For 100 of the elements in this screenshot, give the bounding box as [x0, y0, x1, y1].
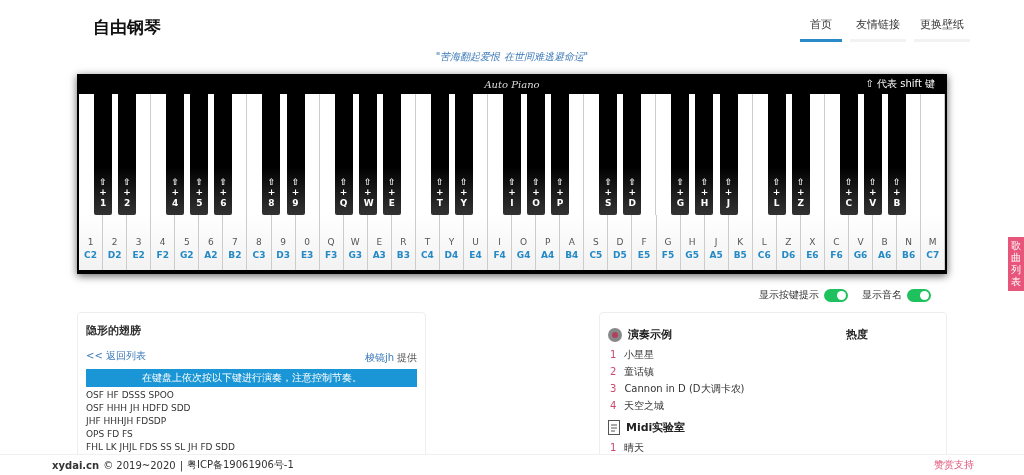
toggle-label: 显示按键提示 [759, 288, 819, 302]
key-letter: G [664, 237, 672, 247]
provided-text: 提供 [397, 352, 417, 363]
natural-key[interactable]: C F6 [824, 215, 849, 270]
sharp-key[interactable]: ⇧ + 4 [166, 94, 185, 215]
author-link[interactable]: 梭镜jh [364, 352, 394, 363]
item-number: 3 [610, 383, 617, 394]
natural-key[interactable]: M C7 [921, 215, 946, 270]
item-number: 4 [610, 400, 617, 411]
key-letter: O [520, 237, 528, 247]
score-line: JHF HHHJH FDSDP [86, 416, 168, 426]
sharp-key[interactable]: ⇧ + G [671, 94, 690, 215]
key-letter: 6 [207, 237, 214, 247]
song-link[interactable]: Cannon in D (D大调卡农) [624, 381, 745, 396]
natural-key[interactable]: 8 C3 [247, 215, 272, 270]
natural-key[interactable]: E A3 [367, 215, 392, 270]
sharp-key[interactable]: ⇧ + D [623, 94, 642, 215]
natural-key[interactable]: T C4 [415, 215, 440, 270]
key-letter: U [472, 237, 479, 247]
key-letter: I [498, 237, 501, 247]
key-letter: C [833, 237, 840, 247]
natural-key[interactable]: P A4 [536, 215, 561, 270]
toggle-switch[interactable] [824, 288, 848, 302]
sharp-key[interactable]: ⇧ + 8 [262, 94, 281, 215]
nav-tab[interactable]: 首页 [800, 12, 842, 42]
note-name: C5 [589, 250, 603, 260]
natural-key[interactable]: H G5 [680, 215, 705, 270]
natural-key[interactable]: 9 D3 [271, 215, 296, 270]
natural-key[interactable]: J A5 [704, 215, 729, 270]
natural-key[interactable]: W G3 [343, 215, 368, 270]
natural-key[interactable]: G F5 [656, 215, 681, 270]
sharp-key[interactable]: ⇧ + 5 [190, 94, 209, 215]
natural-key[interactable]: A B4 [560, 215, 585, 270]
song-link[interactable]: 小星星 [624, 347, 655, 362]
sharp-key[interactable]: ⇧ + O [527, 94, 546, 215]
natural-key[interactable]: 7 B2 [223, 215, 248, 270]
key-letter: B [881, 237, 888, 247]
natural-key[interactable]: 3 E2 [127, 215, 152, 270]
note-name: A4 [541, 250, 555, 260]
note-name: G2 [179, 250, 194, 260]
back-link[interactable]: << 返回列表 [86, 348, 146, 363]
site-link[interactable]: xydai.cn [52, 459, 100, 471]
natural-key[interactable]: X E6 [800, 215, 825, 270]
key-letter: 5 [183, 237, 190, 247]
key-letter: 1 [87, 237, 94, 247]
natural-key[interactable]: V G6 [849, 215, 874, 270]
note-name: C6 [757, 250, 771, 260]
sharp-key[interactable]: ⇧ + 2 [118, 94, 137, 215]
natural-key[interactable]: N B6 [897, 215, 922, 270]
key-letter: N [905, 237, 912, 247]
key-letter: 3 [135, 237, 142, 247]
sharp-key[interactable]: ⇧ + H [695, 94, 714, 215]
natural-key[interactable]: S C5 [584, 215, 609, 270]
natural-key[interactable]: 0 E3 [295, 215, 320, 270]
score-line: OPS FD FS [86, 429, 134, 439]
icp-link[interactable]: 粤ICP备19061906号-1 [187, 458, 294, 472]
copyright: © 2019~2020 [103, 459, 176, 471]
note-name: G6 [853, 250, 868, 260]
note-name: A2 [204, 250, 218, 260]
note-name: F5 [661, 250, 675, 260]
sharp-key[interactable]: ⇧ + 1 [94, 94, 113, 215]
natural-key[interactable]: 1 C2 [79, 215, 104, 270]
natural-key[interactable]: 5 G2 [175, 215, 200, 270]
natural-key[interactable]: O G4 [512, 215, 537, 270]
natural-key[interactable]: U E4 [464, 215, 489, 270]
donate-link[interactable]: 赞赏支持 [934, 458, 974, 472]
natural-key[interactable]: Z D6 [776, 215, 801, 270]
note-name: F6 [830, 250, 843, 260]
natural-key[interactable]: B A6 [873, 215, 898, 270]
natural-key[interactable]: 2 D2 [103, 215, 128, 270]
natural-key[interactable]: L C6 [752, 215, 777, 270]
natural-key[interactable]: R B3 [391, 215, 416, 270]
toggle-switch[interactable] [907, 288, 931, 302]
sharp-key[interactable]: ⇧ + P [551, 94, 570, 215]
sharp-key[interactable]: ⇧ + 6 [214, 94, 233, 215]
song-title: 隐形的翅膀 [86, 323, 142, 338]
natural-key[interactable]: K B5 [728, 215, 753, 270]
natural-key[interactable]: F E5 [632, 215, 657, 270]
song-link[interactable]: 童话镇 [624, 364, 655, 379]
piano-brand: Auto Piano [484, 78, 540, 90]
item-number: 2 [610, 366, 617, 377]
key-letter: 4 [159, 237, 166, 247]
song-link[interactable]: 天空之城 [624, 398, 665, 413]
sharp-key[interactable]: ⇧ + I [503, 94, 521, 215]
site-title: 自由钢琴 [93, 15, 161, 39]
sharp-key[interactable]: ⇧ + S [599, 94, 618, 215]
note-name: G5 [685, 250, 699, 260]
key-letter: M [928, 237, 937, 247]
natural-key[interactable]: D D5 [608, 215, 633, 270]
natural-key[interactable]: I F4 [488, 215, 513, 270]
item-number: 1 [610, 442, 617, 453]
nav-tab[interactable]: 更换壁纸 [914, 12, 970, 42]
key-letter: V [857, 237, 864, 247]
separator: | [179, 459, 183, 471]
natural-key[interactable]: 6 A2 [199, 215, 224, 270]
song-link[interactable]: 晴天 [624, 440, 645, 455]
natural-key[interactable]: Y D4 [439, 215, 464, 270]
natural-key[interactable]: 4 F2 [151, 215, 176, 270]
natural-key[interactable]: Q F3 [319, 215, 344, 270]
nav-tab[interactable]: 友情链接 [850, 12, 906, 42]
